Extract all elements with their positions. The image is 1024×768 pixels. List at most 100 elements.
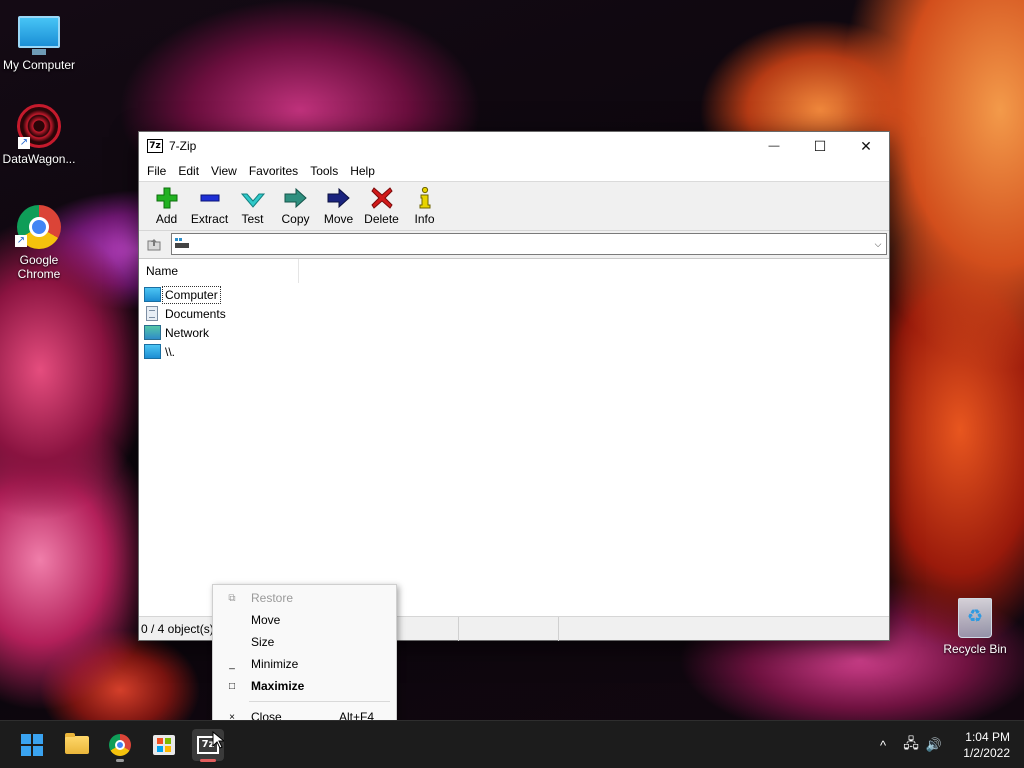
info-label: Info (414, 212, 435, 226)
address-field[interactable]: ⌵ (171, 233, 887, 255)
chrome-icon: ↗ (15, 205, 61, 249)
move-label: Move (323, 212, 354, 226)
toolbar: Add Extract Test Copy Move Delete Info (139, 182, 889, 231)
desktop-icon-google-chrome[interactable]: ↗ Google Chrome (0, 205, 78, 281)
show-hidden-icons-chevron-icon[interactable]: ^ (874, 738, 892, 753)
desktop-icon-my-computer[interactable]: My Computer (0, 8, 78, 72)
status-cell-size (397, 616, 459, 641)
start-button[interactable] (16, 729, 48, 761)
clock-time: 1:04 PM (965, 730, 1010, 744)
menu-view[interactable]: View (205, 160, 243, 182)
menu-item-label: Restore (251, 591, 294, 605)
network-icon (144, 325, 161, 340)
menu-item-maximize[interactable]: □ Maximize (213, 675, 396, 697)
menu-edit[interactable]: Edit (172, 160, 205, 182)
column-header-name[interactable]: Name (139, 258, 299, 283)
monitor-icon (18, 16, 60, 55)
desktop-icon-recycle-bin[interactable]: ♻ Recycle Bin (936, 598, 1014, 656)
documents-icon (146, 306, 158, 321)
minimize-button[interactable]: — (751, 132, 797, 160)
minimize-icon: _ (229, 658, 235, 670)
menu-bar: File Edit View Favorites Tools Help (139, 160, 889, 182)
address-bar: ⌵ (139, 231, 889, 257)
restore-icon: ⧉ (228, 592, 236, 604)
copy-button[interactable]: Copy (274, 186, 317, 226)
address-input[interactable] (193, 235, 870, 253)
check-icon (240, 186, 265, 210)
system-tray: ^ 🖧 🔊 (874, 721, 944, 768)
computer-small-icon (175, 238, 189, 248)
desktop-icon-label: Recycle Bin (943, 642, 1007, 656)
clock-date: 1/2/2022 (963, 746, 1010, 760)
network-icon[interactable]: 🖧 (898, 733, 924, 757)
extract-button[interactable]: Extract (188, 186, 231, 226)
shortcut-arrow-icon: ↗ (15, 235, 27, 247)
menu-item-label: Size (251, 635, 275, 649)
desktop-icon-label: Google Chrome (17, 253, 61, 281)
folder-up-icon (147, 239, 161, 251)
copy-label: Copy (281, 212, 310, 226)
desktop-icon-datawagon[interactable]: ↗ DataWagon... (0, 104, 78, 166)
plus-icon (155, 186, 179, 210)
desktop-icon-label: My Computer (2, 58, 76, 72)
list-item-label: Computer (162, 285, 221, 304)
info-icon (413, 186, 437, 210)
add-button[interactable]: Add (145, 186, 188, 226)
up-folder-button[interactable] (143, 233, 165, 255)
column-header-row: Name (139, 258, 889, 283)
move-button[interactable]: Move (317, 186, 360, 226)
maximize-button[interactable]: ☐ (797, 132, 843, 160)
test-label: Test (241, 212, 264, 226)
x-icon (370, 186, 394, 210)
chrome-icon (109, 734, 131, 756)
chevron-down-icon[interactable]: ⌵ (870, 239, 886, 250)
menu-help[interactable]: Help (344, 160, 381, 182)
list-item-device-root[interactable]: \\. (139, 342, 889, 361)
menu-favorites[interactable]: Favorites (243, 160, 304, 182)
menu-tools[interactable]: Tools (304, 160, 344, 182)
menu-item-label: Move (251, 613, 281, 627)
folder-icon (65, 733, 89, 754)
desktop-icon-label: DataWagon... (2, 152, 76, 166)
window-title: 7-Zip (169, 139, 197, 153)
arrow-right-icon (284, 186, 308, 210)
taskbar: 7z ^ 🖧 🔊 1:04 PM 1/2/2022 (0, 720, 1024, 768)
menu-item-minimize[interactable]: _ Minimize (213, 653, 396, 675)
list-item-computer[interactable]: Computer (139, 285, 889, 304)
minus-icon (198, 186, 222, 210)
info-button[interactable]: Info (403, 186, 446, 226)
delete-label: Delete (364, 212, 399, 226)
list-item-label: Documents (165, 306, 226, 321)
windows-logo-icon (21, 734, 43, 756)
window-context-menu: ⧉ Restore Move Size _ Minimize □ Maximiz… (212, 584, 397, 730)
delete-button[interactable]: Delete (360, 186, 403, 226)
test-button[interactable]: Test (231, 186, 274, 226)
computer-icon (144, 344, 161, 359)
title-bar[interactable]: 7z 7-Zip — ☐ ✕ (139, 132, 889, 160)
taskbar-chrome[interactable] (104, 729, 136, 762)
close-button[interactable]: ✕ (843, 132, 889, 160)
computer-icon (144, 287, 161, 302)
list-item-label: Network (165, 325, 210, 340)
store-icon (153, 735, 175, 755)
running-indicator (200, 759, 216, 762)
menu-item-size[interactable]: Size (213, 631, 396, 653)
menu-file[interactable]: File (141, 160, 172, 182)
status-cell-modified (459, 616, 559, 641)
menu-item-restore[interactable]: ⧉ Restore (213, 587, 396, 609)
menu-item-move[interactable]: Move (213, 609, 396, 631)
taskbar-store[interactable] (148, 729, 180, 761)
maximize-icon: □ (228, 680, 236, 692)
menu-item-label: Minimize (251, 657, 299, 671)
list-item-network[interactable]: Network (139, 323, 889, 342)
menu-separator (249, 701, 390, 702)
file-list: Name Computer Documents Network \\. (139, 258, 889, 617)
taskbar-file-explorer[interactable] (61, 729, 93, 761)
list-item-label: \\. (165, 344, 176, 359)
mouse-cursor-icon (212, 731, 224, 749)
menu-item-label: Maximize (251, 679, 305, 693)
list-item-documents[interactable]: Documents (139, 304, 889, 323)
7zip-app-icon[interactable]: 7z (147, 139, 163, 153)
volume-icon[interactable]: 🔊 (924, 737, 944, 753)
taskbar-clock[interactable]: 1:04 PM 1/2/2022 (963, 729, 1010, 761)
